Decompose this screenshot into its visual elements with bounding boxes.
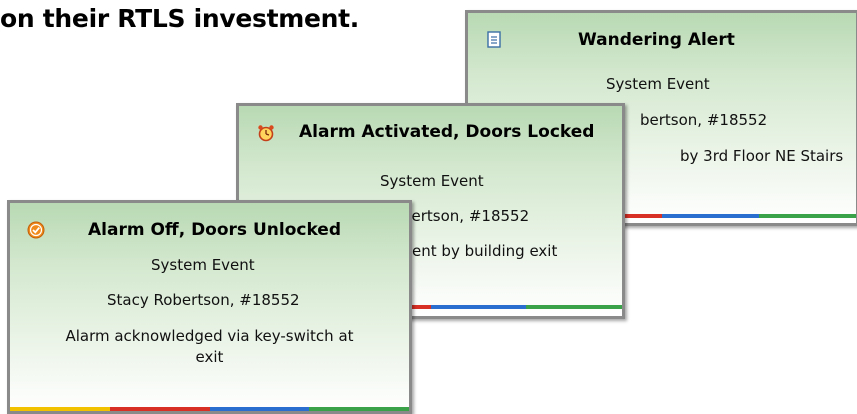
- card-message-line1: Alarm acknowledged via key-switch at: [65, 327, 354, 345]
- document-icon: [487, 31, 501, 48]
- card-person: bertson, #18552: [640, 111, 768, 129]
- card-title: Wandering Alert: [578, 30, 735, 50]
- card-person: bertson, #18552: [402, 207, 530, 225]
- card-event-type: System Event: [151, 256, 255, 274]
- card-event-type: System Event: [606, 75, 710, 93]
- alarm-off-card[interactable]: Alarm Off, Doors Unlocked System Event S…: [7, 200, 412, 414]
- color-stripe: [10, 407, 409, 411]
- card-message: by 3rd Floor NE Stairs: [680, 147, 844, 165]
- alarm-clock-icon: [258, 125, 274, 142]
- card-event-type: System Event: [380, 172, 484, 190]
- headline-text: on their RTLS investment.: [0, 4, 360, 33]
- card-message: tient by building exit: [402, 242, 558, 260]
- card-title: Alarm Activated, Doors Locked: [299, 122, 595, 142]
- card-person: Stacy Robertson, #18552: [107, 291, 300, 309]
- card-message-line2: exit: [195, 348, 224, 366]
- check-circle-icon: [27, 221, 45, 239]
- card-title: Alarm Off, Doors Unlocked: [88, 220, 341, 240]
